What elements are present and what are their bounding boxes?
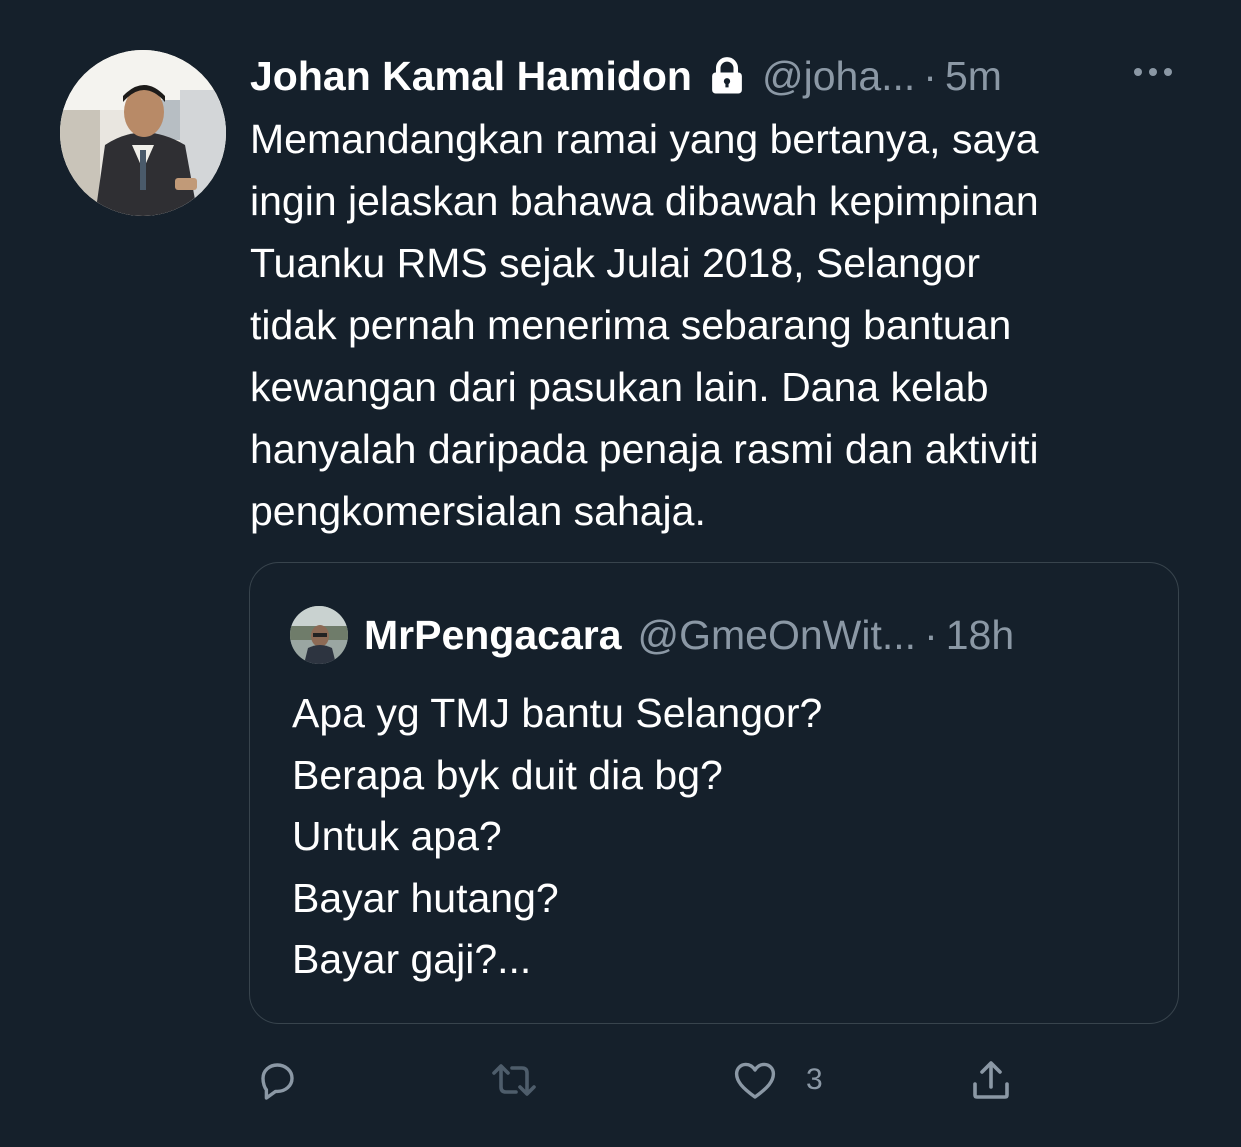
heart-icon <box>730 1056 780 1104</box>
author-display-name[interactable]: Johan Kamal Hamidon <box>250 53 692 100</box>
quoted-tweet-header: MrPengacara @GmeOnWit... · 18h <box>290 603 1014 667</box>
share-icon <box>967 1056 1015 1104</box>
quoted-author-avatar[interactable] <box>290 606 348 664</box>
more-icon[interactable] <box>1128 60 1178 84</box>
quoted-tweet-text: Apa yg TMJ bantu Selangor? Berapa byk du… <box>292 683 822 991</box>
quoted-text-line: Bayar hutang? <box>292 874 559 921</box>
quoted-text-line: Bayar gaji?... <box>292 936 532 982</box>
reply-button[interactable] <box>253 1050 301 1110</box>
author-avatar[interactable] <box>60 50 226 216</box>
tweet-text-line: kewangan dari pasukan lain. Dana kelab <box>250 364 989 410</box>
reply-icon <box>253 1056 301 1104</box>
like-count: 3 <box>806 1063 823 1096</box>
author-handle[interactable]: @joha... <box>762 53 915 100</box>
quoted-text-line: Untuk apa? <box>292 813 502 859</box>
retweet-button[interactable] <box>488 1050 540 1110</box>
quoted-tweet[interactable]: MrPengacara @GmeOnWit... · 18h Apa yg TM… <box>249 562 1179 1024</box>
header-separator: · <box>923 52 937 99</box>
tweet-timestamp[interactable]: 5m <box>945 53 1002 100</box>
quoted-author-handle[interactable]: @GmeOnWit... <box>638 612 917 659</box>
quoted-tweet-timestamp[interactable]: 18h <box>946 612 1014 659</box>
tweet-text-line: pengkomersialan sahaja. <box>250 488 706 534</box>
tweet[interactable]: Johan Kamal Hamidon @joha... · 5m Memand… <box>0 0 1241 1147</box>
tweet-text-line: ingin jelaskan bahawa dibawah kepimpinan <box>250 178 1039 224</box>
tweet-text-line: hanyalah daripada penaja rasmi dan aktiv… <box>250 426 1039 472</box>
quoted-text-line: Berapa byk duit dia bg? <box>292 751 723 798</box>
quoted-header-separator: · <box>924 611 938 658</box>
tweet-text-line: Memandangkan ramai yang bertanya, saya <box>250 116 1039 162</box>
tweet-text: Memandangkan ramai yang bertanya, saya i… <box>250 108 1210 542</box>
tweet-action-bar: 3 <box>250 1050 1050 1110</box>
tweet-text-line: tidak pernah menerima sebarang bantuan <box>250 302 1012 348</box>
share-button[interactable] <box>967 1050 1015 1110</box>
quoted-text-line: Apa yg TMJ bantu Selangor? <box>292 690 823 736</box>
tweet-text-line: Tuanku RMS sejak Julai 2018, Selangor <box>250 240 981 286</box>
tweet-header: Johan Kamal Hamidon @joha... · 5m <box>250 46 1002 106</box>
lock-icon <box>706 55 748 97</box>
like-button[interactable]: 3 <box>730 1050 823 1110</box>
quoted-author-display-name[interactable]: MrPengacara <box>364 612 622 659</box>
retweet-icon <box>488 1056 540 1104</box>
